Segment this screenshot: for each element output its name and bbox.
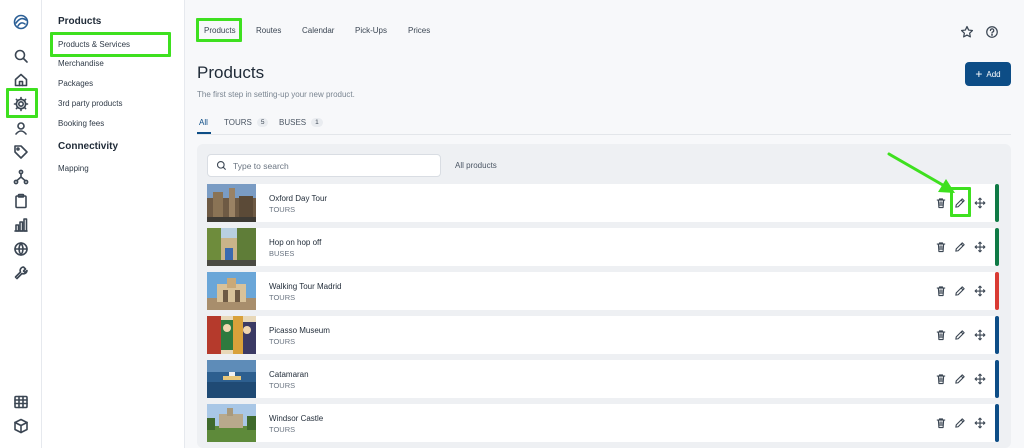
tab-buses[interactable]: BUSES 1 bbox=[279, 118, 323, 127]
sub-navigation: Products Products & Services Merchandise… bbox=[42, 0, 185, 448]
status-indicator bbox=[995, 228, 999, 266]
product-type: TOURS bbox=[269, 381, 296, 390]
product-row[interactable]: Picasso Museum TOURS bbox=[207, 316, 999, 354]
move-icon[interactable] bbox=[973, 372, 987, 386]
pencil-icon[interactable] bbox=[953, 416, 967, 430]
subnav-item-packages[interactable]: Packages bbox=[58, 79, 93, 88]
product-name: Windsor Castle bbox=[269, 414, 324, 423]
product-name: Catamaran bbox=[269, 370, 309, 379]
status-indicator bbox=[995, 272, 999, 310]
page-subtitle: The first step in setting-up your new pr… bbox=[197, 90, 355, 99]
pencil-icon[interactable] bbox=[953, 372, 967, 386]
active-tab-indicator bbox=[197, 132, 211, 134]
pencil-icon[interactable] bbox=[953, 196, 967, 210]
network-icon[interactable] bbox=[11, 167, 31, 187]
pencil-icon[interactable] bbox=[953, 284, 967, 298]
tab-tours[interactable]: TOURS 5 bbox=[224, 118, 269, 127]
tab-label: BUSES bbox=[279, 118, 307, 127]
table-icon[interactable] bbox=[11, 392, 31, 412]
trash-icon[interactable] bbox=[934, 196, 948, 210]
product-thumbnail bbox=[207, 316, 256, 354]
page-title: Products bbox=[197, 63, 265, 82]
trash-icon[interactable] bbox=[934, 284, 948, 298]
product-type: TOURS bbox=[269, 205, 296, 214]
topnav-products[interactable]: Products bbox=[204, 26, 236, 35]
tab-all[interactable]: All bbox=[199, 118, 208, 127]
product-name: Hop on hop off bbox=[269, 238, 322, 247]
section-heading-products: Products bbox=[58, 16, 102, 27]
product-thumbnail bbox=[207, 184, 256, 222]
tab-label: TOURS bbox=[224, 118, 252, 127]
logo-icon[interactable] bbox=[11, 12, 31, 32]
move-icon[interactable] bbox=[973, 240, 987, 254]
move-icon[interactable] bbox=[973, 416, 987, 430]
star-icon[interactable] bbox=[960, 25, 974, 39]
pencil-icon[interactable] bbox=[953, 328, 967, 342]
product-name: Picasso Museum bbox=[269, 326, 330, 335]
topnav-pick-ups[interactable]: Pick-Ups bbox=[355, 26, 387, 35]
plus-icon: + bbox=[975, 67, 983, 81]
product-row[interactable]: Walking Tour Madrid TOURS bbox=[207, 272, 999, 310]
filter-all-products[interactable]: All products bbox=[455, 161, 497, 170]
tag-icon[interactable] bbox=[11, 142, 31, 162]
icon-rail bbox=[0, 0, 42, 448]
trash-icon[interactable] bbox=[934, 372, 948, 386]
pencil-icon[interactable] bbox=[953, 240, 967, 254]
product-thumbnail bbox=[207, 272, 256, 310]
search-box[interactable] bbox=[207, 154, 441, 177]
tabs-divider bbox=[197, 134, 1011, 135]
trash-icon[interactable] bbox=[934, 240, 948, 254]
product-type: TOURS bbox=[269, 425, 296, 434]
subnav-item-3rd-party-products[interactable]: 3rd party products bbox=[58, 99, 122, 108]
status-indicator bbox=[995, 184, 999, 222]
search-icon[interactable] bbox=[11, 46, 31, 66]
home-icon[interactable] bbox=[11, 70, 31, 90]
user-badge-icon[interactable] bbox=[11, 118, 31, 138]
move-icon[interactable] bbox=[973, 328, 987, 342]
product-type: BUSES bbox=[269, 249, 295, 258]
topnav-routes[interactable]: Routes bbox=[256, 26, 281, 35]
product-name: Oxford Day Tour bbox=[269, 194, 328, 203]
subnav-item-mapping[interactable]: Mapping bbox=[58, 164, 89, 173]
product-type: TOURS bbox=[269, 337, 296, 346]
wrench-icon[interactable] bbox=[11, 263, 31, 283]
product-thumbnail bbox=[207, 404, 256, 442]
add-button[interactable]: + Add bbox=[965, 62, 1011, 86]
move-icon[interactable] bbox=[973, 196, 987, 210]
count-badge: 1 bbox=[311, 118, 323, 127]
product-row[interactable]: Windsor Castle TOURS bbox=[207, 404, 999, 442]
clipboard-icon[interactable] bbox=[11, 191, 31, 211]
tab-label: All bbox=[199, 118, 208, 127]
product-row[interactable]: Hop on hop off BUSES bbox=[207, 228, 999, 266]
trash-icon[interactable] bbox=[934, 328, 948, 342]
bar-chart-icon[interactable] bbox=[11, 215, 31, 235]
product-row[interactable]: Oxford Day Tour TOURS bbox=[207, 184, 999, 222]
add-button-label: Add bbox=[986, 69, 1001, 79]
move-icon[interactable] bbox=[973, 284, 987, 298]
count-badge: 5 bbox=[256, 118, 269, 127]
product-type: TOURS bbox=[269, 293, 296, 302]
status-indicator bbox=[995, 360, 999, 398]
status-indicator bbox=[995, 316, 999, 354]
search-icon bbox=[216, 160, 227, 171]
cube-icon[interactable] bbox=[11, 416, 31, 436]
help-icon[interactable] bbox=[985, 25, 999, 39]
gear-icon[interactable] bbox=[11, 94, 31, 114]
subnav-item-merchandise[interactable]: Merchandise bbox=[58, 59, 104, 68]
subnav-item-booking-fees[interactable]: Booking fees bbox=[58, 119, 104, 128]
product-thumbnail bbox=[207, 360, 256, 398]
main-content: Products Routes Calendar Pick-Ups Prices… bbox=[185, 0, 1024, 448]
product-row[interactable]: Catamaran TOURS bbox=[207, 360, 999, 398]
status-indicator bbox=[995, 404, 999, 442]
product-name: Walking Tour Madrid bbox=[269, 282, 342, 291]
trash-icon[interactable] bbox=[934, 416, 948, 430]
search-input[interactable] bbox=[233, 160, 433, 171]
topnav-calendar[interactable]: Calendar bbox=[302, 26, 334, 35]
subnav-item-products-services[interactable]: Products & Services bbox=[58, 40, 130, 49]
product-thumbnail bbox=[207, 228, 256, 266]
globe-icon[interactable] bbox=[11, 239, 31, 259]
section-heading-connectivity: Connectivity bbox=[58, 141, 119, 152]
topnav-prices[interactable]: Prices bbox=[408, 26, 430, 35]
